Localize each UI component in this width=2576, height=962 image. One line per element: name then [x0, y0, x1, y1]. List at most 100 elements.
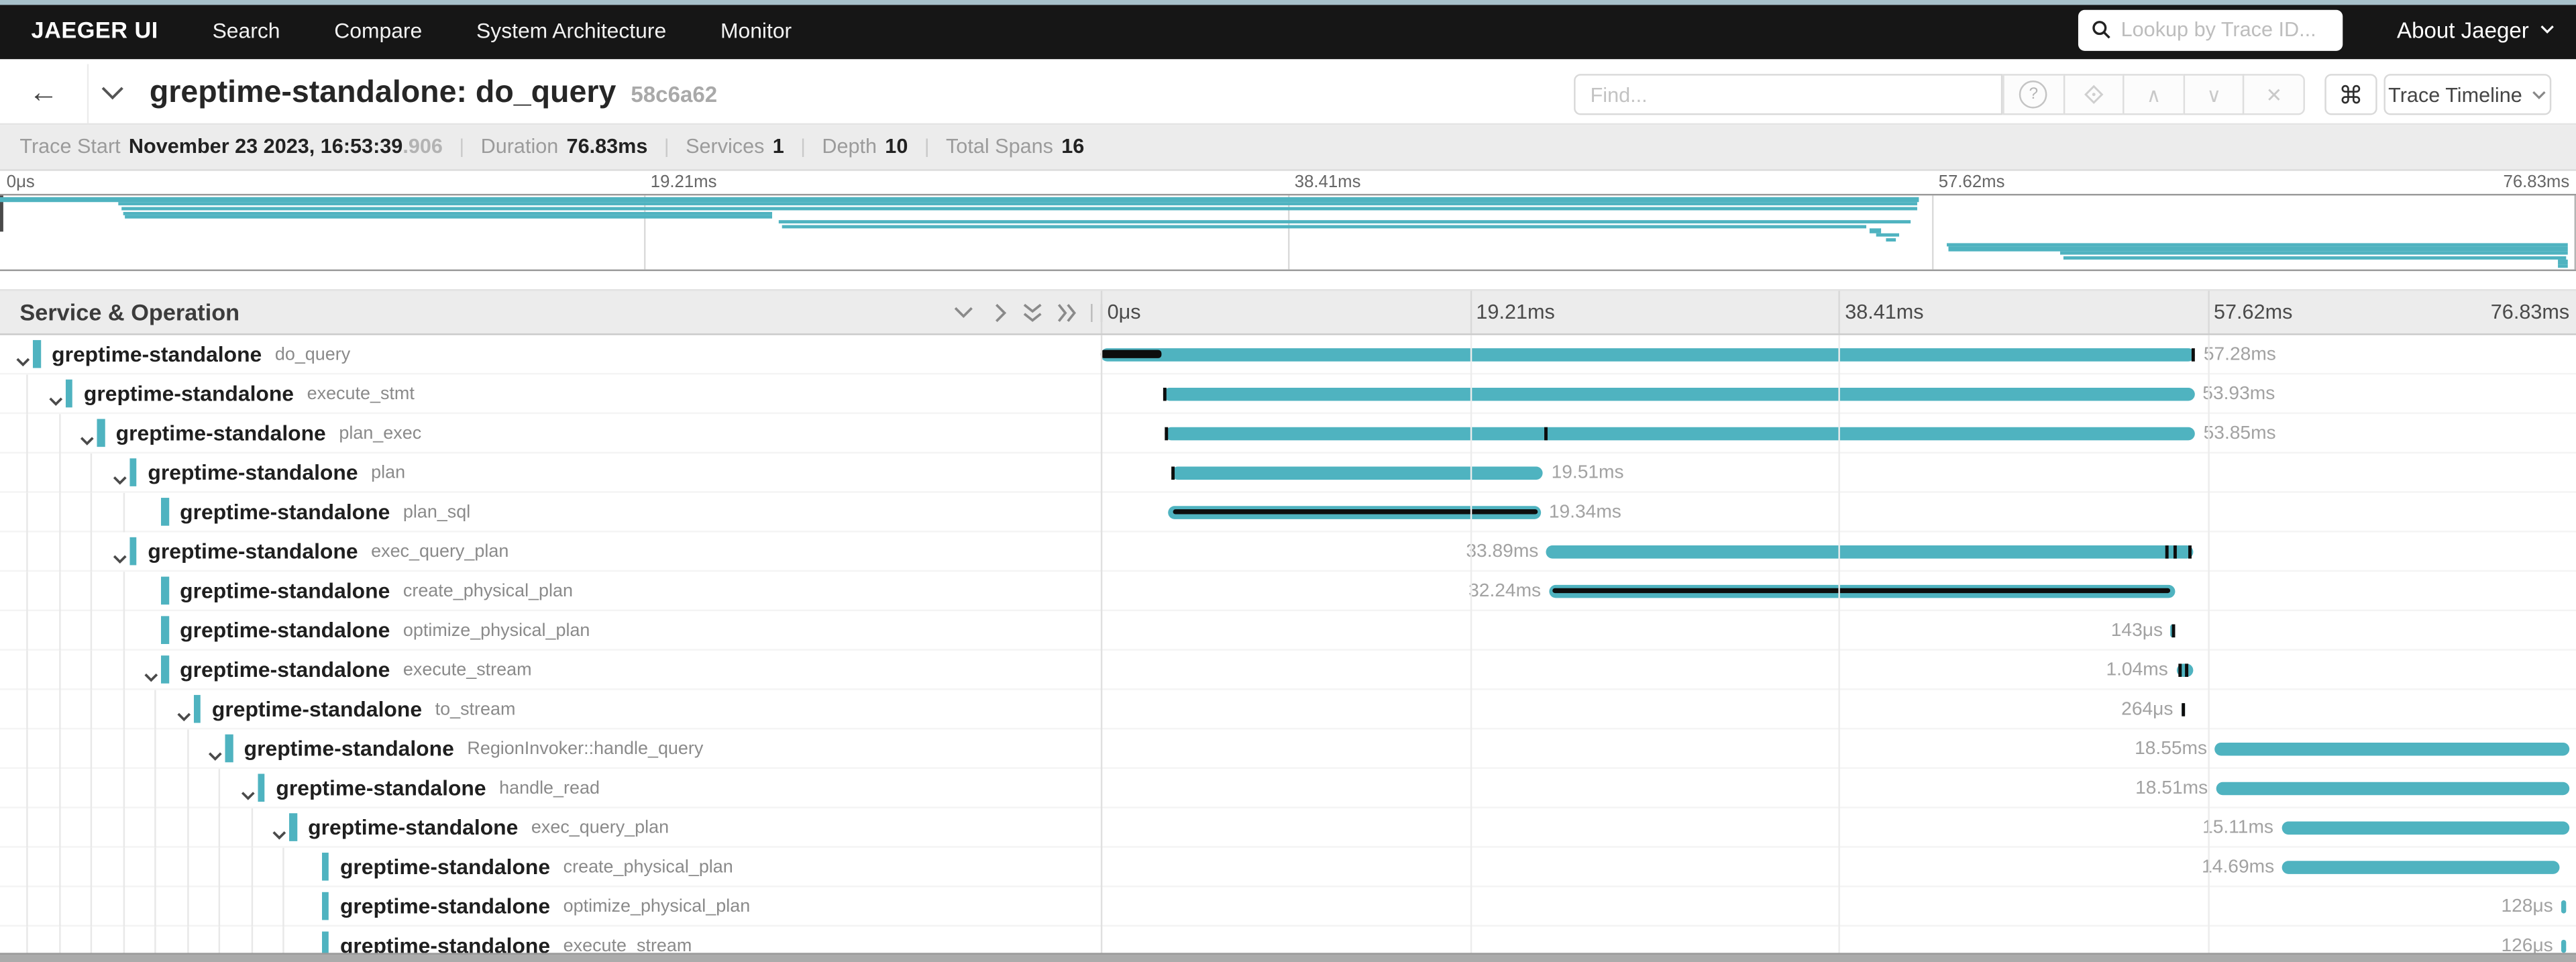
span-row[interactable]: greptime-standaloneto_stream264μs	[0, 689, 2576, 729]
span-timeline-cell[interactable]: 53.85ms	[1101, 413, 2576, 453]
span-name-cell[interactable]: greptime-standalonedo_query	[0, 334, 1101, 374]
span-bar[interactable]	[2561, 900, 2566, 913]
collapse-all-icon[interactable]	[1018, 298, 1046, 326]
horizontal-scrollbar[interactable]	[0, 952, 2576, 962]
span-expand-chevron-icon[interactable]	[80, 425, 96, 453]
span-name-cell[interactable]: greptime-standaloneoptimize_physical_pla…	[0, 610, 1101, 650]
span-timeline-cell[interactable]: 19.34ms	[1101, 492, 2576, 531]
indent-guide	[154, 729, 156, 768]
span-bar[interactable]	[1164, 427, 2195, 440]
span-bar[interactable]	[2216, 781, 2570, 794]
span-row[interactable]: greptime-standaloneplan19.51ms	[0, 453, 2576, 492]
span-bar[interactable]	[2282, 820, 2570, 834]
span-timeline-cell[interactable]: 19.51ms	[1101, 453, 2576, 492]
expand-one-icon[interactable]	[987, 298, 1016, 326]
span-timeline-cell[interactable]: 53.93ms	[1101, 374, 2576, 413]
trace-id-lookup-input[interactable]: Lookup by Trace ID...	[2078, 9, 2343, 50]
span-timeline-cell[interactable]: 128μs	[1101, 886, 2576, 926]
span-name-cell[interactable]: greptime-standaloneRegionInvoker::handle…	[0, 729, 1101, 768]
span-timeline-cell[interactable]: 18.55ms	[1101, 729, 2576, 768]
span-bar[interactable]	[2561, 939, 2566, 953]
span-timeline-cell[interactable]: 33.89ms	[1101, 531, 2576, 571]
indent-guide	[91, 492, 92, 531]
back-button[interactable]: ←	[0, 64, 89, 123]
span-expand-chevron-icon[interactable]	[239, 780, 256, 808]
span-row[interactable]: greptime-standalonedo_query57.28ms	[0, 334, 2576, 374]
summary-separator: |	[459, 135, 464, 158]
span-expand-chevron-icon[interactable]	[15, 346, 32, 374]
span-bar[interactable]	[1101, 348, 2196, 361]
span-duration-label: 128μs	[2501, 886, 2553, 926]
indent-guide	[250, 808, 252, 847]
span-row[interactable]: greptime-standaloneRegionInvoker::handle…	[0, 729, 2576, 768]
nav-item-monitor[interactable]: Monitor	[720, 17, 792, 42]
span-timeline-cell[interactable]: 15.11ms	[1101, 808, 2576, 847]
jaeger-ui-logo[interactable]: JAEGER UI	[32, 16, 158, 42]
span-expand-chevron-icon[interactable]	[111, 543, 127, 571]
span-expand-chevron-icon[interactable]	[208, 740, 224, 768]
span-name-cell[interactable]: greptime-standaloneexec_query_plan	[0, 531, 1101, 571]
span-name-cell[interactable]: greptime-standaloneto_stream	[0, 689, 1101, 729]
span-timeline-cell[interactable]: 57.28ms	[1101, 334, 2576, 374]
span-row[interactable]: greptime-standaloneplan_exec53.85ms	[0, 413, 2576, 453]
span-row[interactable]: greptime-standaloneoptimize_physical_pla…	[0, 886, 2576, 926]
summary-label: Total Spans	[946, 135, 1053, 158]
span-name-cell[interactable]: greptime-standaloneplan	[0, 453, 1101, 492]
span-row[interactable]: greptime-standaloneexec_query_plan33.89m…	[0, 531, 2576, 571]
span-row[interactable]: greptime-standalonecreate_physical_plan1…	[0, 847, 2576, 886]
keyboard-shortcuts-button[interactable]: ⌘	[2324, 74, 2377, 115]
find-input[interactable]: Find...	[1574, 74, 2002, 115]
find-help-button[interactable]: ?	[2002, 74, 2064, 115]
span-name-cell[interactable]: greptime-standaloneexecute_stream	[0, 650, 1101, 690]
span-bar[interactable]	[2282, 860, 2559, 873]
span-bar[interactable]	[2215, 742, 2570, 755]
find-clear-button[interactable]: ✕	[2243, 74, 2305, 115]
span-row[interactable]: greptime-standaloneexecute_stream1.04ms	[0, 650, 2576, 690]
nav-item-system-architecture[interactable]: System Architecture	[476, 17, 666, 42]
trace-minimap[interactable]	[0, 194, 2576, 271]
indent-guide	[26, 374, 28, 413]
focus-span-button[interactable]	[2063, 74, 2125, 115]
span-row[interactable]: greptime-standaloneoptimize_physical_pla…	[0, 610, 2576, 650]
span-name-cell[interactable]: greptime-standaloneexecute_stmt	[0, 374, 1101, 413]
collapse-one-icon[interactable]	[950, 298, 978, 326]
collapse-trace-detail-toggle[interactable]	[100, 64, 125, 123]
span-name-cell[interactable]: greptime-standaloneplan_sql	[0, 492, 1101, 531]
span-timeline-cell[interactable]: 32.24ms	[1101, 571, 2576, 610]
span-row[interactable]: greptime-standaloneexecute_stmt53.93ms	[0, 374, 2576, 413]
span-expand-chevron-icon[interactable]	[111, 464, 127, 492]
span-row[interactable]: greptime-standaloneplan_sql19.34ms	[0, 492, 2576, 531]
expand-all-icon[interactable]	[1053, 298, 1081, 326]
span-row[interactable]: greptime-standaloneexec_query_plan 15.11m…	[0, 808, 2576, 847]
span-name-cell[interactable]: greptime-standalonecreate_physical_plan	[0, 847, 1101, 886]
span-name-cell[interactable]: greptime-standalonecreate_physical_plan	[0, 571, 1101, 610]
span-expand-chevron-icon[interactable]	[48, 385, 64, 413]
span-name-cell[interactable]: greptime-standaloneplan_exec	[0, 413, 1101, 453]
span-name-cell[interactable]: greptime-standalonehandle_read	[0, 768, 1101, 808]
span-expand-chevron-icon[interactable]	[272, 819, 288, 847]
trace-view-select[interactable]: Trace Timeline	[2383, 74, 2551, 115]
span-row[interactable]: greptime-standalonecreate_physical_plan3…	[0, 571, 2576, 610]
span-row[interactable]: greptime-standalonehandle_read18.51ms	[0, 768, 2576, 808]
nav-item-search[interactable]: Search	[213, 17, 280, 42]
indent-guide	[91, 768, 92, 808]
span-timeline-cell[interactable]: 264μs	[1101, 689, 2576, 729]
span-name: greptime-standaloneexec_query_plan	[308, 808, 669, 847]
span-expand-chevron-icon[interactable]	[144, 661, 160, 690]
find-next-button[interactable]: ∨	[2183, 74, 2245, 115]
span-timeline-cell[interactable]: 14.69ms	[1101, 847, 2576, 886]
nav-item-compare[interactable]: Compare	[334, 17, 422, 42]
span-bar[interactable]	[1171, 466, 1543, 479]
span-bar[interactable]	[1163, 387, 2194, 400]
span-expand-chevron-icon[interactable]	[176, 700, 192, 729]
summary-label: Duration	[481, 135, 559, 158]
about-jaeger-menu[interactable]: About Jaeger	[2397, 0, 2555, 59]
span-timeline-cell[interactable]: 18.51ms	[1101, 768, 2576, 808]
span-timeline-cell[interactable]: 1.04ms	[1101, 650, 2576, 690]
service-operation-header: Service & Operation	[19, 290, 239, 333]
span-bar[interactable]	[1547, 545, 2193, 558]
span-timeline-cell[interactable]: 143μs	[1101, 610, 2576, 650]
span-name-cell[interactable]: greptime-standaloneoptimize_physical_pla…	[0, 886, 1101, 926]
find-prev-button[interactable]: ∧	[2123, 74, 2185, 115]
span-name-cell[interactable]: greptime-standaloneexec_query_plan	[0, 808, 1101, 847]
